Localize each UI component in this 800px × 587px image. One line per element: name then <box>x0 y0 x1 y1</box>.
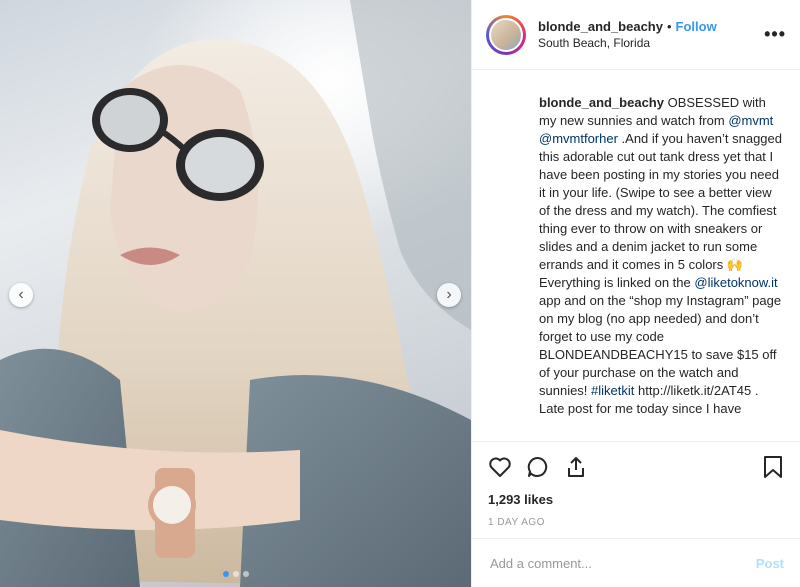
avatar[interactable] <box>486 14 526 55</box>
username-link[interactable]: blonde_and_beachy <box>538 19 663 34</box>
post-comment-button[interactable]: Post <box>756 556 784 571</box>
slide-dot-3 <box>242 571 249 577</box>
hashtag-liketkit[interactable]: #liketkit <box>591 383 634 398</box>
caption-username[interactable]: blonde_and_beachy <box>539 95 664 110</box>
comment-bar: Post <box>472 538 800 587</box>
instagram-post: ‹ › blonde_and_beachy • Follow South Beach… <box>0 0 800 587</box>
bookmark-icon[interactable] <box>762 455 784 479</box>
header-text: blonde_and_beachy • Follow South Beach, Fl… <box>538 19 764 51</box>
post-actions: 1,293 likes 1 DAY AGO <box>472 441 800 528</box>
comment-input[interactable] <box>488 554 756 572</box>
follow-button[interactable]: Follow <box>676 19 717 34</box>
post-header: blonde_and_beachy • Follow South Beach, Fl… <box>472 0 800 70</box>
more-options-icon[interactable]: ••• <box>764 24 786 45</box>
chevron-right-icon: › <box>446 286 452 303</box>
caption-text-6: Late post for me today since I have <box>539 401 742 416</box>
caption-text-5: http://liketk.it/2AT45 . <box>634 383 759 398</box>
mirror-right <box>185 137 255 193</box>
mirror-left <box>100 95 160 145</box>
photo-illustration <box>0 0 471 587</box>
separator-dot: • <box>666 18 672 34</box>
previous-slide-button[interactable]: ‹ <box>9 283 33 307</box>
share-icon[interactable] <box>564 455 588 479</box>
mention-mvmtforher[interactable]: @mvmtforher <box>539 131 618 146</box>
caption: blonde_and_beachy OBSESSED with my new s… <box>472 70 800 441</box>
slide-dot-2 <box>232 571 239 577</box>
post-sidebar: blonde_and_beachy • Follow South Beach, Fl… <box>471 0 800 587</box>
watch-face <box>153 486 191 524</box>
post-photo[interactable]: ‹ › <box>0 0 471 587</box>
next-slide-button[interactable]: › <box>437 283 461 307</box>
heart-icon[interactable] <box>488 455 512 479</box>
like-count[interactable]: 1,293 likes <box>488 492 784 507</box>
mention-liketoknow[interactable]: @liketoknow.it <box>694 275 777 290</box>
mention-mvmt[interactable]: @mvmt <box>728 113 773 128</box>
action-icons <box>488 442 784 492</box>
caption-text-3: .And if you haven’t snagged this adorabl… <box>539 131 782 290</box>
location-link[interactable]: South Beach, Florida <box>538 35 764 51</box>
comment-icon[interactable] <box>526 455 550 479</box>
slide-indicator <box>0 571 471 577</box>
avatar-image <box>489 17 523 52</box>
slide-dot-1 <box>222 571 229 577</box>
post-date[interactable]: 1 DAY AGO <box>488 517 784 528</box>
chevron-left-icon: ‹ <box>18 286 24 303</box>
